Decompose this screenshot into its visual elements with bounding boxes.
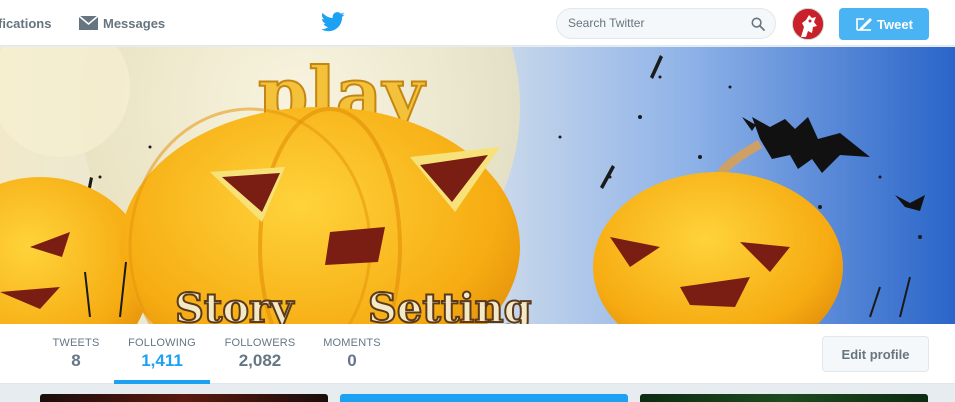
stat-tweets[interactable]: TWEETS 8	[46, 324, 106, 384]
stat-followers[interactable]: FOLLOWERS 2,082	[218, 324, 302, 384]
halloween-pumpkin-banner-image: play Story Setting	[0, 47, 955, 324]
stat-followers-value: 2,082	[238, 351, 282, 370]
stat-tweets-value: 8	[71, 351, 81, 370]
stat-following-label: FOLLOWING	[128, 337, 196, 349]
stat-moments-label: MOMENTS	[323, 337, 381, 349]
twitter-bird-icon[interactable]	[321, 12, 345, 32]
search-box[interactable]	[556, 8, 776, 39]
user-avatar[interactable]	[792, 8, 824, 40]
profile-header-banner: play Story Setting	[0, 47, 955, 324]
stat-following[interactable]: FOLLOWING 1,411	[114, 324, 210, 384]
compose-icon	[856, 18, 873, 31]
stat-following-value: 1,411	[141, 351, 183, 370]
nav-notifications[interactable]: fications	[0, 0, 51, 46]
edit-profile-label: Edit profile	[841, 346, 910, 362]
nav-notifications-label: fications	[0, 15, 52, 31]
top-navigation-bar: fications Messages Tweet	[0, 0, 955, 46]
profile-navigation: TWEETS 8 FOLLOWING 1,411 FOLLOWERS 2,082…	[0, 324, 955, 384]
stat-moments[interactable]: MOMENTS 0	[312, 324, 392, 384]
stat-moments-value: 0	[347, 351, 357, 370]
envelope-icon	[78, 15, 99, 30]
tweet-button-label: Tweet	[877, 16, 913, 32]
search-input[interactable]	[568, 16, 743, 30]
magnifier-icon[interactable]	[751, 17, 765, 31]
tweet-button[interactable]: Tweet	[839, 8, 929, 40]
nav-messages-label: Messages	[103, 15, 166, 31]
edit-profile-button[interactable]: Edit profile	[822, 336, 929, 372]
nav-messages[interactable]: Messages	[78, 0, 165, 46]
banner-story-text: Story	[175, 285, 295, 324]
avatar-image	[793, 9, 823, 39]
banner-setting-text: Setting	[368, 285, 532, 324]
stat-followers-label: FOLLOWERS	[224, 337, 296, 349]
stat-tweets-label: TWEETS	[52, 337, 100, 349]
